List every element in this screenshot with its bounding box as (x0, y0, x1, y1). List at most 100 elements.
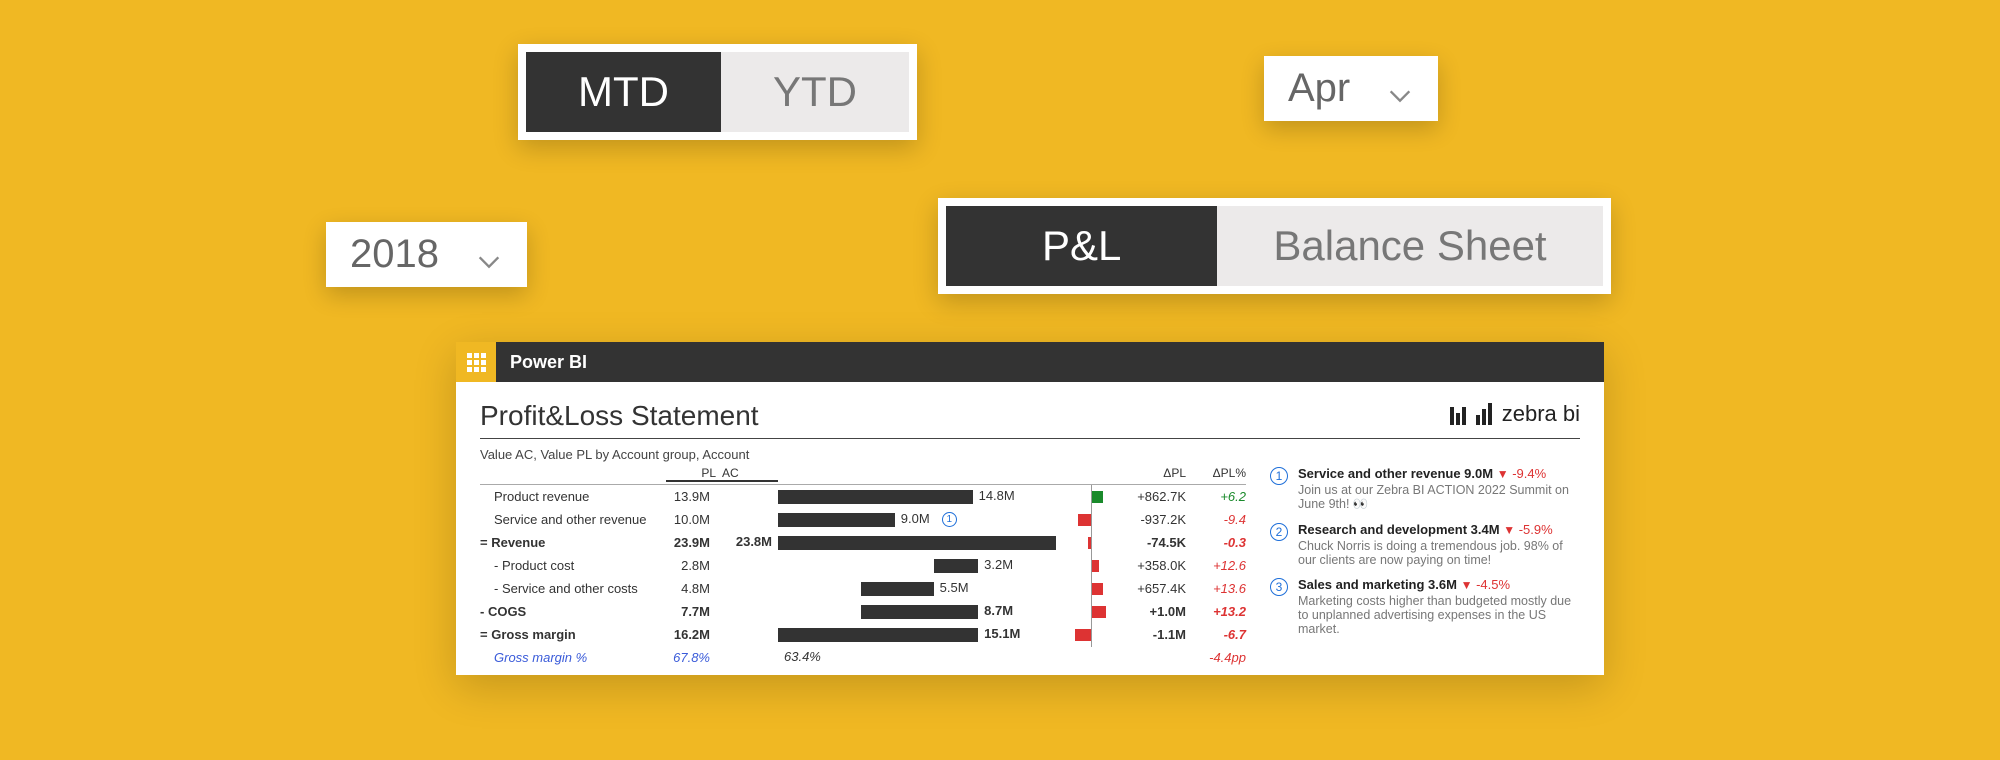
comment-number-icon: 2 (1270, 523, 1288, 541)
row-label: - Service and other costs (480, 581, 666, 596)
statement-toggle: P&L Balance Sheet (938, 198, 1611, 294)
delta-bar-cell (1056, 512, 1126, 528)
period-toggle: MTD YTD (518, 44, 917, 140)
comment-panel: 1 Service and other revenue 9.0M ▼ -9.4% J… (1270, 466, 1580, 669)
bar-cell: 23.8M (778, 535, 1056, 551)
cell-delta-pl: +1.0M (1126, 604, 1186, 619)
month-value: Apr (1288, 66, 1350, 111)
table-row[interactable]: Service and other revenue10.0M 9.0M 1 -937.… (480, 508, 1246, 531)
col-pl: PL (666, 466, 716, 482)
column-headers: PL AC ΔPL ΔPL% (480, 466, 1246, 485)
comment-item[interactable]: 1 Service and other revenue 9.0M ▼ -9.4% J… (1270, 466, 1580, 512)
row-label: - COGS (480, 604, 666, 619)
year-dropdown[interactable]: 2018 (326, 222, 527, 287)
cell-pl: 13.9M (666, 489, 716, 504)
cell-pl: 16.2M (666, 627, 716, 642)
col-delta-pl-pct: ΔPL% (1186, 466, 1246, 482)
delta-bar-cell (1056, 627, 1126, 643)
table-row[interactable]: Gross margin %67.8% 63.4% -4.4pp (480, 646, 1246, 669)
bar-cell: 5.5M (778, 581, 1056, 597)
bar-cell: 8.7M (778, 604, 1056, 620)
bar-cell: 63.4% (778, 650, 1056, 666)
footnote-badge[interactable]: 1 (942, 512, 957, 527)
comment-body: Marketing costs higher than budgeted mos… (1298, 594, 1580, 636)
cell-delta-pl-pct: -9.4 (1186, 512, 1246, 527)
comment-item[interactable]: 2Research and development 3.4M ▼ -5.9%Ch… (1270, 522, 1580, 567)
delta-bar-cell (1056, 581, 1126, 597)
cell-ac: 8.7M (984, 603, 1013, 618)
row-label: = Revenue (480, 535, 666, 550)
year-value: 2018 (350, 232, 439, 277)
table-row[interactable]: = Gross margin16.2M 15.1M -1.1M-6.7 (480, 623, 1246, 646)
cell-delta-pl-pct: -6.7 (1186, 627, 1246, 642)
table-row[interactable]: - Product cost2.8M 3.2M +358.0K+12.6 (480, 554, 1246, 577)
cell-delta-pl: -1.1M (1126, 627, 1186, 642)
ytd-button[interactable]: YTD (721, 52, 909, 132)
cell-delta-pl-pct: +13.2 (1186, 604, 1246, 619)
chevron-down-icon (475, 241, 503, 269)
month-dropdown[interactable]: Apr (1264, 56, 1438, 121)
comment-body: Chuck Norris is doing a tremendous job. … (1298, 539, 1580, 567)
delta-bar-cell (1056, 489, 1126, 505)
cell-delta-pl-pct: +6.2 (1186, 489, 1246, 504)
cell-ac: 15.1M (984, 626, 1020, 641)
cell-ac: 23.8M (736, 534, 772, 549)
col-ac: AC (716, 466, 778, 482)
table-row[interactable]: Product revenue13.9M 14.8M +862.7K+6.2 (480, 485, 1246, 508)
row-label: - Product cost (480, 558, 666, 573)
comment-heading: Service and other revenue 9.0M ▼ -9.4% (1298, 466, 1580, 481)
report-card: Power BI Profit&Loss Statement zebra bi … (456, 342, 1604, 675)
cell-ac: 5.5M (940, 580, 969, 595)
cell-delta-pl: -937.2K (1126, 512, 1186, 527)
comment-body: Join us at our Zebra BI ACTION 2022 Summ… (1298, 483, 1580, 512)
cell-ac: 3.2M (984, 557, 1013, 572)
comment-number-icon: 1 (1270, 467, 1288, 485)
matrix-subtitle: Value AC, Value PL by Account group, Acc… (480, 447, 1580, 462)
report-titlebar: Power BI (456, 342, 1604, 382)
cell-ac: 9.0M (901, 511, 930, 526)
cell-ac: 14.8M (979, 488, 1015, 503)
cell-pl: 23.9M (666, 535, 716, 550)
brand-mark-icon (1450, 403, 1492, 425)
col-delta-pl: ΔPL (1126, 466, 1186, 482)
cell-pl: 10.0M (666, 512, 716, 527)
cell-delta-pl: +862.7K (1126, 489, 1186, 504)
bar-cell: 15.1M (778, 627, 1056, 643)
cell-delta-pl: -74.5K (1126, 535, 1186, 550)
delta-bar-cell (1056, 650, 1126, 666)
comment-heading: Sales and marketing 3.6M ▼ -4.5% (1298, 577, 1580, 592)
triangle-down-icon: ▼ (1497, 467, 1509, 481)
balance-sheet-button[interactable]: Balance Sheet (1217, 206, 1602, 286)
table-row[interactable]: - Service and other costs4.8M5.5M+657.4K… (480, 577, 1246, 600)
cell-delta-pl-pct: +13.6 (1186, 581, 1246, 596)
row-label: = Gross margin (480, 627, 666, 642)
cell-pl: 7.7M (666, 604, 716, 619)
cell-delta-pl: +358.0K (1126, 558, 1186, 573)
cell-delta-pl-pct: -0.3 (1186, 535, 1246, 550)
delta-bar-cell (1056, 535, 1126, 551)
row-label: Product revenue (480, 489, 666, 504)
row-label: Service and other revenue (480, 512, 666, 527)
comment-item[interactable]: 3 Sales and marketing 3.6M ▼ -4.5% Marketi… (1270, 577, 1580, 636)
bar-cell: 9.0M 1 (778, 512, 1056, 528)
mtd-button[interactable]: MTD (526, 52, 721, 132)
row-label: Gross margin % (480, 650, 666, 665)
app-name: Power BI (496, 352, 587, 373)
table-row[interactable]: - COGS7.7M 8.7M +1.0M+13.2 (480, 600, 1246, 623)
table-row[interactable]: = Revenue23.9M 23.8M -74.5K-0.3 (480, 531, 1246, 554)
brand-logo: zebra bi (1450, 401, 1580, 427)
comment-number-icon: 3 (1270, 578, 1288, 596)
bar-cell: 14.8M (778, 489, 1056, 505)
delta-bar-cell (1056, 558, 1126, 574)
cell-pl: 67.8% (666, 650, 716, 665)
cell-delta-pl-pct: -4.4pp (1186, 650, 1246, 665)
cell-delta-pl-pct: +12.6 (1186, 558, 1246, 573)
cell-pl: 2.8M (666, 558, 716, 573)
pl-button[interactable]: P&L (946, 206, 1217, 286)
bar-cell: 3.2M (778, 558, 1056, 574)
app-launcher-icon[interactable] (456, 342, 496, 382)
page-title: Profit&Loss Statement (480, 400, 759, 432)
delta-bar-cell (1056, 604, 1126, 620)
triangle-down-icon: ▼ (1461, 578, 1473, 592)
brand-text: zebra bi (1502, 401, 1580, 427)
